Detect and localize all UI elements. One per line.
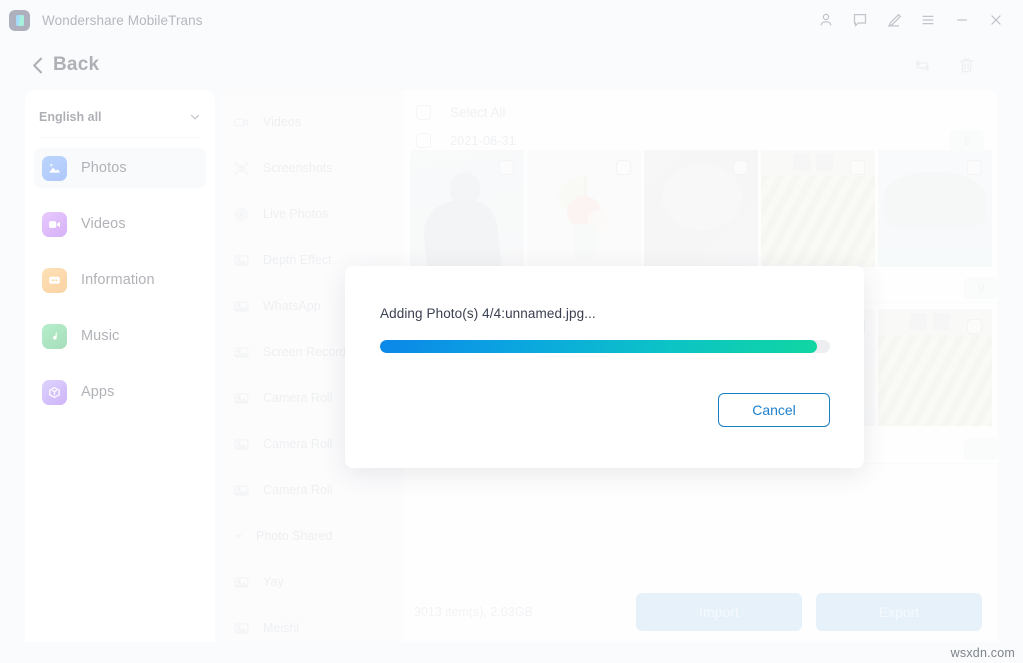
application-window: Wondershare MobileTrans bbox=[0, 0, 1023, 663]
progress-message: Adding Photo(s) 4/4:unnamed.jpg... bbox=[380, 306, 596, 321]
cancel-button[interactable]: Cancel bbox=[718, 393, 830, 427]
progress-bar-fill bbox=[380, 340, 817, 353]
progress-bar-track bbox=[380, 340, 830, 353]
progress-dialog: Adding Photo(s) 4/4:unnamed.jpg... Cance… bbox=[345, 266, 864, 468]
watermark: wsxdn.com bbox=[950, 646, 1015, 660]
